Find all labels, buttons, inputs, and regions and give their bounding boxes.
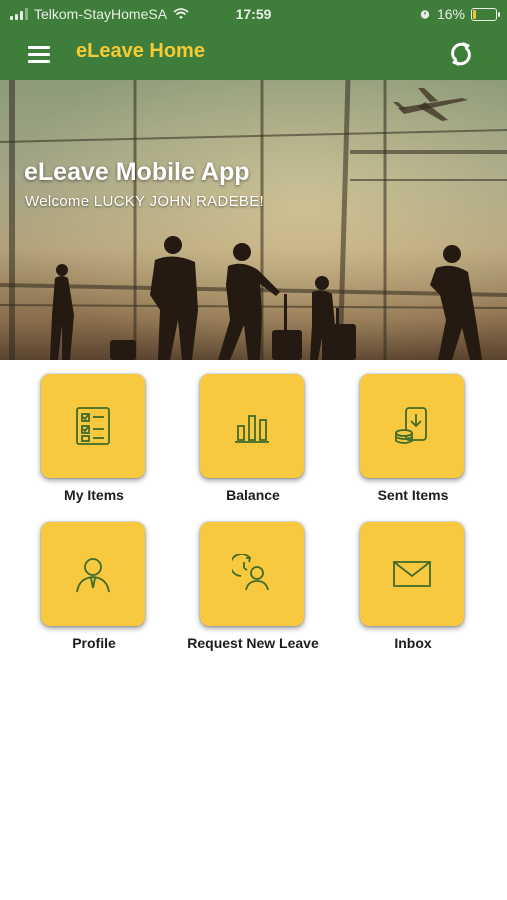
tile-label: Balance	[226, 487, 280, 503]
alarm-icon	[420, 10, 430, 19]
tile-inbox: Inbox	[333, 522, 493, 662]
tile-label: Sent Items	[377, 487, 449, 503]
tile-label: Request New Leave	[187, 635, 319, 651]
balance-button[interactable]	[200, 374, 304, 478]
tile-label: My Items	[64, 487, 124, 503]
profile-button[interactable]	[41, 522, 145, 626]
tile-profile: Profile	[14, 522, 174, 662]
status-bar: Telkom-StayHomeSA 17:59 16%	[0, 0, 507, 28]
battery-icon	[471, 7, 500, 21]
tile-my-items: My Items	[14, 374, 174, 514]
airport-scene-image	[0, 80, 507, 360]
my-items-button[interactable]	[41, 374, 145, 478]
status-right: 16%	[419, 6, 500, 22]
tile-label: Profile	[72, 635, 116, 651]
inbox-button[interactable]	[360, 522, 464, 626]
tile-balance: Balance	[173, 374, 333, 514]
tile-label: Inbox	[394, 635, 432, 651]
battery-level	[473, 9, 476, 19]
app-bar: eLeave Home	[0, 28, 507, 80]
refresh-icon[interactable]	[443, 36, 479, 72]
tile-request-new-leave: Request New Leave	[173, 522, 333, 662]
checklist-icon	[76, 407, 110, 445]
person-clock-icon	[232, 554, 269, 591]
hero-banner: eLeave Mobile App Welcome LUCKY JOHN RAD…	[0, 80, 507, 360]
tile-sent-items: Sent Items	[333, 374, 493, 514]
hamburger-menu-icon[interactable]	[22, 40, 56, 68]
bar-chart-icon	[235, 415, 269, 443]
hero-title: eLeave Mobile App	[24, 158, 250, 186]
battery-percent: 16%	[436, 6, 465, 22]
person-icon	[76, 558, 110, 593]
request-new-leave-button[interactable]	[200, 522, 304, 626]
phone-coins-icon	[395, 407, 427, 444]
app-title: eLeave Home	[76, 40, 205, 62]
sent-items-button[interactable]	[360, 374, 464, 478]
welcome-message: Welcome LUCKY JOHN RADEBE!	[25, 193, 264, 210]
envelope-icon	[393, 561, 431, 587]
